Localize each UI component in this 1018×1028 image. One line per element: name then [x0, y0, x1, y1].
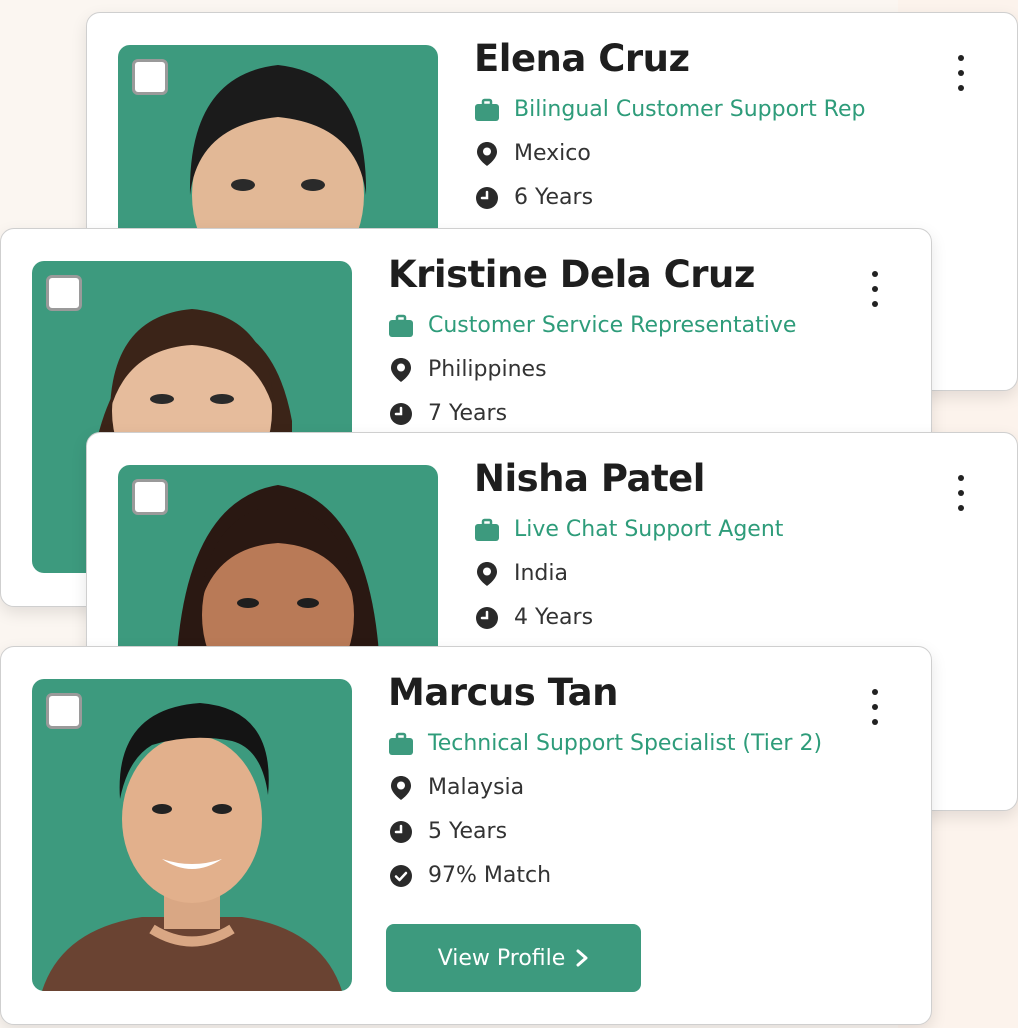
clock-icon	[474, 185, 500, 211]
chevron-right-icon	[575, 948, 589, 968]
candidate-role-row: Technical Support Specialist (Tier 2)	[388, 722, 861, 766]
candidate-location-row: Mexico	[474, 132, 947, 176]
briefcase-icon	[474, 517, 500, 543]
select-checkbox[interactable]	[132, 59, 168, 95]
location-pin-icon	[474, 141, 500, 167]
more-options-button[interactable]	[949, 471, 973, 515]
clock-icon	[388, 819, 414, 845]
briefcase-icon	[388, 731, 414, 757]
location-pin-icon	[388, 357, 414, 383]
candidate-location-row: India	[474, 552, 947, 596]
more-vertical-icon	[872, 271, 878, 277]
view-profile-button[interactable]: View Profile	[386, 924, 641, 992]
candidate-role: Live Chat Support Agent	[514, 517, 784, 543]
candidate-match-row: 97% Match	[388, 854, 861, 898]
briefcase-icon	[388, 313, 414, 339]
candidate-location: Philippines	[428, 357, 547, 383]
candidate-location-row: Malaysia	[388, 766, 861, 810]
location-pin-icon	[474, 561, 500, 587]
candidate-role: Technical Support Specialist (Tier 2)	[428, 731, 823, 757]
candidate-name: Nisha Patel	[474, 457, 705, 500]
candidate-experience: 5 Years	[428, 819, 508, 845]
briefcase-icon	[474, 97, 500, 123]
candidate-location-row: Philippines	[388, 348, 861, 392]
candidate-role-row: Bilingual Customer Support Rep	[474, 88, 947, 132]
candidate-role: Customer Service Representative	[428, 313, 797, 339]
candidate-experience: 4 Years	[514, 605, 594, 631]
select-checkbox[interactable]	[46, 693, 82, 729]
candidate-photo	[32, 679, 352, 991]
view-profile-label: View Profile	[437, 945, 566, 971]
more-options-button[interactable]	[863, 267, 887, 311]
candidate-name: Elena Cruz	[474, 37, 690, 80]
candidate-experience-row: 6 Years	[474, 176, 947, 220]
candidate-location: India	[514, 561, 568, 587]
candidate-location: Malaysia	[428, 775, 525, 801]
candidate-experience: 7 Years	[428, 401, 508, 427]
candidate-experience-row: 5 Years	[388, 810, 861, 854]
clock-icon	[388, 401, 414, 427]
candidate-name: Kristine Dela Cruz	[388, 253, 755, 296]
more-options-button[interactable]	[863, 685, 887, 729]
candidate-experience: 6 Years	[514, 185, 594, 211]
check-circle-icon	[388, 863, 414, 889]
candidate-role-row: Live Chat Support Agent	[474, 508, 947, 552]
more-vertical-icon	[872, 689, 878, 695]
candidate-card-marcus-tan[interactable]: Marcus Tan Technical Support Specialist …	[0, 646, 932, 1025]
more-options-button[interactable]	[949, 51, 973, 95]
more-vertical-icon	[958, 475, 964, 481]
candidate-role-row: Customer Service Representative	[388, 304, 861, 348]
candidate-experience-row: 7 Years	[388, 392, 861, 436]
location-pin-icon	[388, 775, 414, 801]
clock-icon	[474, 605, 500, 631]
candidate-name: Marcus Tan	[388, 671, 619, 714]
more-vertical-icon	[958, 55, 964, 61]
select-checkbox[interactable]	[46, 275, 82, 311]
candidate-match: 97% Match	[428, 863, 552, 889]
select-checkbox[interactable]	[132, 479, 168, 515]
candidate-role: Bilingual Customer Support Rep	[514, 97, 866, 123]
candidate-location: Mexico	[514, 141, 591, 167]
candidate-experience-row: 4 Years	[474, 596, 947, 640]
